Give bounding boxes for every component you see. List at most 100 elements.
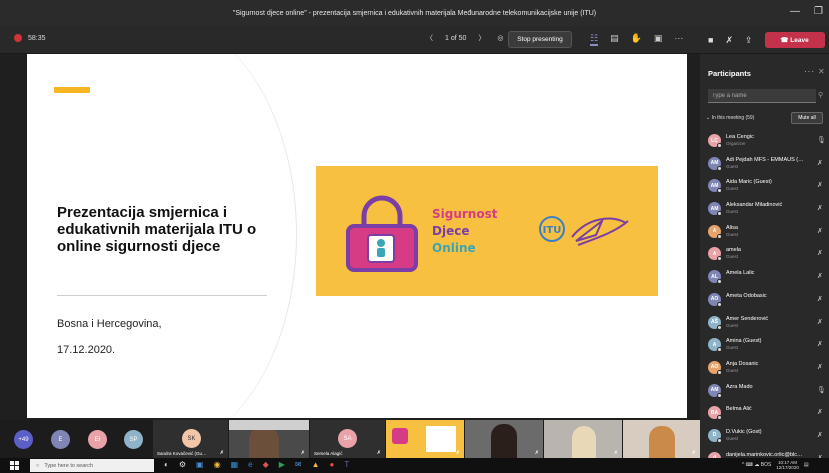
panel-close-icon[interactable]: ✕ <box>818 67 825 76</box>
taskbar-app-icon[interactable]: ⚙ <box>179 460 186 469</box>
recording-indicator: 58:35 <box>14 34 46 42</box>
tray-icons[interactable]: ^ ⌨ ☁ BOS <box>742 462 771 468</box>
participant-name: Amela Lalic <box>726 270 755 277</box>
participant-mic-icon[interactable]: ✗ <box>817 181 823 189</box>
rooms-icon[interactable]: ▣ <box>654 33 663 46</box>
participant-row[interactable]: BA Belma Alić ✗ <box>700 402 829 425</box>
participant-mic-icon[interactable]: ✗ <box>817 295 823 303</box>
participant-mic-icon[interactable]: ✗ <box>817 340 823 348</box>
video-person <box>491 424 517 458</box>
mute-all-button[interactable]: Mute all <box>791 112 823 124</box>
participant-row[interactable]: AL Amela Lalic ✗ <box>700 266 829 289</box>
taskbar-app-icon[interactable]: ◉ <box>214 460 221 469</box>
participant-mic-icon[interactable]: ✗ <box>817 249 823 257</box>
slide-location: Bosna i Hercegovina, <box>57 318 162 330</box>
camera-icon[interactable]: ■ <box>708 35 713 45</box>
participant-mic-icon[interactable]: ✗ <box>817 408 823 416</box>
restore-icon[interactable]: ❐ <box>814 6 823 17</box>
mic-muted-icon[interactable]: ✗ <box>725 35 733 46</box>
participant-name: D.Vukic (Gost) <box>726 428 762 435</box>
more-actions-icon[interactable]: ··· <box>674 33 683 46</box>
video-tile[interactable]: ✗ <box>544 420 622 458</box>
participant-name: Azra Mado <box>726 383 753 390</box>
padlock-icon <box>346 195 418 272</box>
presence-status-icon <box>717 437 722 443</box>
participant-row[interactable]: AŠ Amer Šenderović Guest ✗ <box>700 312 829 335</box>
video-tile[interactable]: ✗ <box>229 420 309 458</box>
share-icon[interactable]: ⇪ <box>745 35 753 46</box>
participant-mic-icon[interactable]: 🎙 <box>817 136 826 144</box>
video-tile[interactable]: SA Semela Alagić ✗ <box>310 420 385 458</box>
strip-avatar[interactable]: EI <box>88 430 107 449</box>
participant-row[interactable]: D D.Vukic (Gost) Guest ✗ <box>700 425 829 448</box>
participant-row[interactable]: A Amina (Guest) Guest ✗ <box>700 334 829 357</box>
prev-slide-icon[interactable]: 〈 <box>426 33 433 43</box>
participants-icon[interactable]: ☷ <box>590 33 599 46</box>
windows-start-icon[interactable] <box>10 461 19 470</box>
strip-avatar[interactable]: SP <box>124 430 143 449</box>
taskbar-app-icon[interactable]: ◐ <box>164 460 169 469</box>
participant-name: Lea Cengic <box>726 134 754 140</box>
taskbar-app-icon[interactable]: ▲ <box>312 460 320 469</box>
taskbar-app-icon[interactable]: ▣ <box>196 460 204 469</box>
video-tile[interactable]: ✗ <box>386 420 464 458</box>
window-title: "Sigurnost djece online" - prezentacija … <box>232 9 597 17</box>
taskbar-search-box[interactable]: ○ Type here to search <box>30 459 154 472</box>
system-tray: ^ ⌨ ☁ BOS 10:17 AM 12/17/2020 ▤ <box>742 460 809 470</box>
strip-avatar[interactable]: E <box>51 430 70 449</box>
slide-accent-bar <box>54 87 90 93</box>
video-tile[interactable]: ✗ <box>623 420 700 458</box>
participant-mic-icon[interactable]: ✗ <box>817 204 823 212</box>
taskbar-app-icon[interactable]: e <box>248 460 252 469</box>
chat-icon[interactable]: ▤ <box>610 33 619 46</box>
notification-icon[interactable]: ▤ <box>804 462 809 468</box>
participant-name: Aleksandar Miladinović <box>726 202 783 209</box>
participant-row[interactable]: A Alisa Guest ✗ <box>700 221 829 244</box>
panel-more-icon[interactable]: ··· <box>804 67 815 76</box>
overflow-participants-badge[interactable]: +49 <box>14 430 33 449</box>
participant-row[interactable]: LC Lea Cengic Organizer 🎙 <box>700 130 829 153</box>
leave-button[interactable]: ☎ Leave <box>764 32 825 48</box>
participant-row[interactable]: AO Anja Dosanic Guest ✗ <box>700 357 829 380</box>
taskbar-app-icon[interactable]: ▶ <box>279 460 285 469</box>
participant-mic-icon[interactable]: ✗ <box>817 159 823 167</box>
video-tile[interactable]: ✗ <box>465 420 543 458</box>
participant-mic-icon[interactable]: ✗ <box>817 272 823 280</box>
in-meeting-header[interactable]: ⌄ In this meeting (59) <box>706 115 754 121</box>
participants-title: Participants <box>708 69 751 78</box>
taskbar-app-icon[interactable]: T <box>344 460 349 469</box>
participant-mic-icon[interactable]: ✗ <box>817 431 823 439</box>
participant-mic-icon[interactable]: 🎙 <box>817 386 826 394</box>
video-tile[interactable]: SK Sandra Kovačević (Gu… ✗ <box>153 420 228 458</box>
presence-status-icon <box>717 143 722 148</box>
participant-search-input[interactable] <box>708 89 816 103</box>
taskbar-clock[interactable]: 10:17 AM 12/17/2020 <box>776 460 799 470</box>
video-ceiling <box>229 420 309 430</box>
participant-row[interactable]: AO Ameta Odobasic ✗ <box>700 289 829 312</box>
stop-presenting-button[interactable]: Stop presenting <box>508 31 572 48</box>
taskbar-app-icon[interactable]: ▦ <box>231 460 239 469</box>
participant-name: danijela.marinkovic.orlic@blc… <box>726 451 803 458</box>
participant-mic-icon[interactable]: ✗ <box>817 227 823 235</box>
participant-row[interactable]: AM Aleksandar Miladinović Guest ✗ <box>700 198 829 221</box>
clock-date: 12/17/2020 <box>776 465 799 470</box>
participant-row[interactable]: AM Azra Mado 🎙 <box>700 380 829 403</box>
taskbar-app-icon[interactable]: ◆ <box>263 460 269 469</box>
search-icon: ⚲ <box>818 92 824 99</box>
participant-row[interactable]: AM Adi Pejdah MFS - EMMAUS (… Guest ✗ <box>700 153 829 176</box>
participant-mic-icon[interactable]: ✗ <box>817 363 823 371</box>
raise-hand-icon[interactable]: ✋ <box>631 33 642 46</box>
participant-row[interactable]: Aamela Guest ✗ <box>700 243 829 266</box>
participant-name: Alisa <box>726 224 738 231</box>
eye-icon[interactable]: ◎ <box>497 34 503 42</box>
participant-row[interactable]: AM Aida Maric (Guest) Guest ✗ <box>700 175 829 198</box>
participant-name: Adi Pejdah MFS - EMMAUS (… <box>726 156 804 163</box>
banner-line-3: Online <box>432 241 476 255</box>
taskbar-app-icon[interactable]: ✉ <box>295 460 302 469</box>
next-slide-icon[interactable]: 〉 <box>478 33 485 43</box>
minimize-icon[interactable]: — <box>790 6 800 17</box>
shared-banner-thumb <box>392 428 408 444</box>
participants-panel: Participants ··· ✕ ⚲ ⌄ In this meeting (… <box>700 54 829 466</box>
taskbar-app-icon[interactable]: ● <box>330 460 335 469</box>
participant-mic-icon[interactable]: ✗ <box>817 318 823 326</box>
